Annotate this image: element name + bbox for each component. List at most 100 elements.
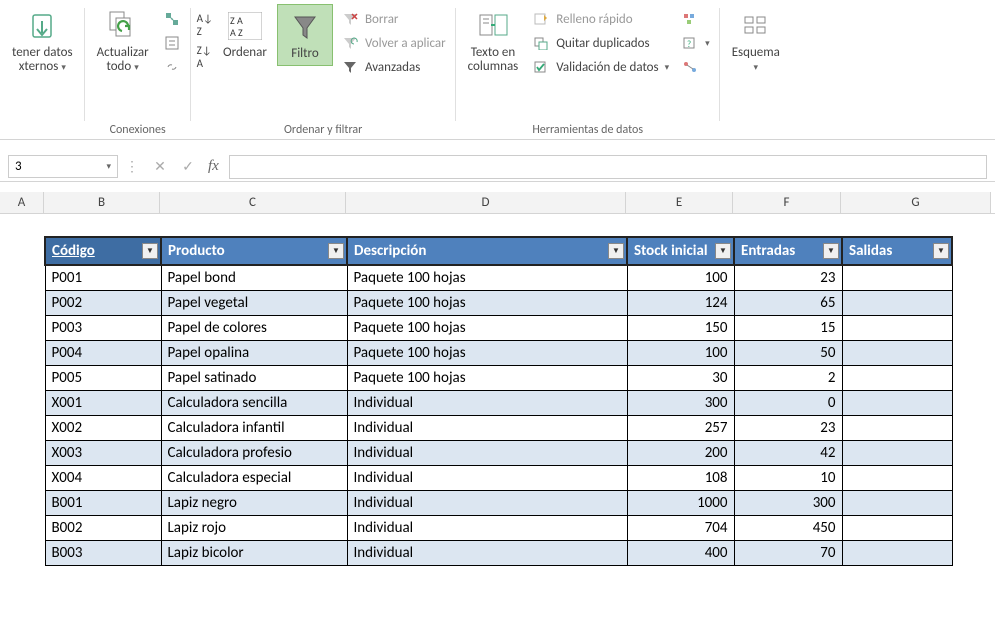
cell-stock[interactable]: 300 (627, 391, 734, 416)
col-header-A[interactable]: A (0, 192, 44, 213)
cell-entradas[interactable]: 2 (734, 366, 842, 391)
cell-codigo[interactable]: X002 (45, 416, 161, 441)
table-row[interactable]: P003Papel de coloresPaquete 100 hojas150… (45, 316, 952, 341)
avanzadas-button[interactable]: Avanzadas (337, 56, 450, 78)
table-row[interactable]: P002Papel vegetalPaquete 100 hojas12465 (45, 291, 952, 316)
cell-producto[interactable]: Calculadora sencilla (161, 391, 347, 416)
cell-stock[interactable]: 124 (627, 291, 734, 316)
cell-stock[interactable]: 400 (627, 541, 734, 566)
cell-salidas[interactable] (842, 491, 952, 516)
filter-dropdown-icon[interactable]: ▼ (142, 243, 158, 259)
esquema-button[interactable]: Esquema▾ (726, 4, 786, 79)
sort-asc-button[interactable]: A↓Z (197, 12, 213, 38)
cell-entradas[interactable]: 10 (734, 466, 842, 491)
edit-links-button[interactable] (159, 56, 185, 78)
cell-codigo[interactable]: P004 (45, 341, 161, 366)
cell-stock[interactable]: 30 (627, 366, 734, 391)
cell-producto[interactable]: Papel de colores (161, 316, 347, 341)
cell-stock[interactable]: 257 (627, 416, 734, 441)
cell-codigo[interactable]: B001 (45, 491, 161, 516)
cell-salidas[interactable] (842, 366, 952, 391)
th-entradas[interactable]: Entradas▼ (734, 237, 842, 265)
cell-entradas[interactable]: 50 (734, 341, 842, 366)
cell-salidas[interactable] (842, 466, 952, 491)
properties-button[interactable] (159, 32, 185, 54)
th-salidas[interactable]: Salidas▼ (842, 237, 952, 265)
cell-stock[interactable]: 108 (627, 466, 734, 491)
relationships-button[interactable] (677, 56, 714, 78)
cell-entradas[interactable]: 15 (734, 316, 842, 341)
cell-salidas[interactable] (842, 416, 952, 441)
cell-producto[interactable]: Lapiz rojo (161, 516, 347, 541)
cell-stock[interactable]: 200 (627, 441, 734, 466)
cell-producto[interactable]: Calculadora profesio (161, 441, 347, 466)
cell-salidas[interactable] (842, 516, 952, 541)
cell-salidas[interactable] (842, 291, 952, 316)
filter-dropdown-icon[interactable]: ▼ (933, 243, 949, 259)
cell-codigo[interactable]: P002 (45, 291, 161, 316)
col-header-E[interactable]: E (626, 192, 733, 213)
th-stock[interactable]: Stock inicial▼ (627, 237, 734, 265)
cancel-formula-button[interactable]: ✕ (146, 158, 174, 175)
cell-descripcion[interactable]: Individual (347, 466, 627, 491)
cell-salidas[interactable] (842, 316, 952, 341)
relleno-rapido-button[interactable]: Relleno rápido (528, 8, 673, 30)
cell-descripcion[interactable]: Individual (347, 491, 627, 516)
borrar-button[interactable]: Borrar (337, 8, 450, 30)
cell-codigo[interactable]: P005 (45, 366, 161, 391)
cell-producto[interactable]: Lapiz negro (161, 491, 347, 516)
filter-dropdown-icon[interactable]: ▼ (715, 243, 731, 259)
texto-columnas-button[interactable]: Texto encolumnas (462, 4, 525, 79)
table-row[interactable]: P004Papel opalinaPaquete 100 hojas10050 (45, 341, 952, 366)
th-producto[interactable]: Producto▼ (161, 237, 347, 265)
col-header-G[interactable]: G (841, 192, 991, 213)
cell-descripcion[interactable]: Paquete 100 hojas (347, 291, 627, 316)
cell-codigo[interactable]: P001 (45, 265, 161, 291)
col-header-C[interactable]: C (160, 192, 346, 213)
col-header-D[interactable]: D (346, 192, 626, 213)
cell-entradas[interactable]: 23 (734, 416, 842, 441)
cell-descripcion[interactable]: Paquete 100 hojas (347, 366, 627, 391)
cell-producto[interactable]: Calculadora especial (161, 466, 347, 491)
cell-salidas[interactable] (842, 265, 952, 291)
col-header-F[interactable]: F (733, 192, 841, 213)
actualizar-todo-button[interactable]: Actualizartodo ▾ (91, 4, 155, 79)
sort-desc-button[interactable]: Z↓A (197, 44, 213, 70)
name-box[interactable]: 3▾ (8, 155, 118, 178)
cell-producto[interactable]: Calculadora infantil (161, 416, 347, 441)
accept-formula-button[interactable]: ✓ (174, 158, 202, 175)
table-row[interactable]: B001Lapiz negroIndividual1000300 (45, 491, 952, 516)
cell-producto[interactable]: Papel vegetal (161, 291, 347, 316)
cell-codigo[interactable]: X001 (45, 391, 161, 416)
grid-area[interactable]: Código▼ Producto▼ Descripción▼ Stock ini… (0, 236, 995, 566)
obtener-datos-button[interactable]: tener datosxternos ▾ (6, 4, 79, 79)
formula-input[interactable] (229, 155, 987, 179)
cell-producto[interactable]: Papel satinado (161, 366, 347, 391)
cell-codigo[interactable]: B002 (45, 516, 161, 541)
cell-entradas[interactable]: 70 (734, 541, 842, 566)
cell-stock[interactable]: 1000 (627, 491, 734, 516)
cell-salidas[interactable] (842, 391, 952, 416)
cell-descripcion[interactable]: Individual (347, 391, 627, 416)
volver-aplicar-button[interactable]: Volver a aplicar (337, 32, 450, 54)
th-codigo[interactable]: Código▼ (45, 237, 161, 265)
formula-bar-more[interactable]: ⋮ (118, 158, 146, 175)
cell-stock[interactable]: 704 (627, 516, 734, 541)
cell-entradas[interactable]: 65 (734, 291, 842, 316)
filter-dropdown-icon[interactable]: ▼ (608, 243, 624, 259)
cell-descripcion[interactable]: Individual (347, 541, 627, 566)
cell-codigo[interactable]: B003 (45, 541, 161, 566)
cell-descripcion[interactable]: Individual (347, 441, 627, 466)
ordenar-button[interactable]: Z AA Z Ordenar (217, 4, 273, 64)
cell-entradas[interactable]: 23 (734, 265, 842, 291)
cell-descripcion[interactable]: Paquete 100 hojas (347, 265, 627, 291)
whatif-button[interactable]: ?▾ (677, 32, 714, 54)
cell-descripcion[interactable]: Individual (347, 516, 627, 541)
cell-producto[interactable]: Papel opalina (161, 341, 347, 366)
table-row[interactable]: B003Lapiz bicolorIndividual40070 (45, 541, 952, 566)
connections-button[interactable] (159, 8, 185, 30)
table-row[interactable]: X004Calculadora especialIndividual10810 (45, 466, 952, 491)
cell-entradas[interactable]: 42 (734, 441, 842, 466)
filter-dropdown-icon[interactable]: ▼ (823, 243, 839, 259)
th-descripcion[interactable]: Descripción▼ (347, 237, 627, 265)
